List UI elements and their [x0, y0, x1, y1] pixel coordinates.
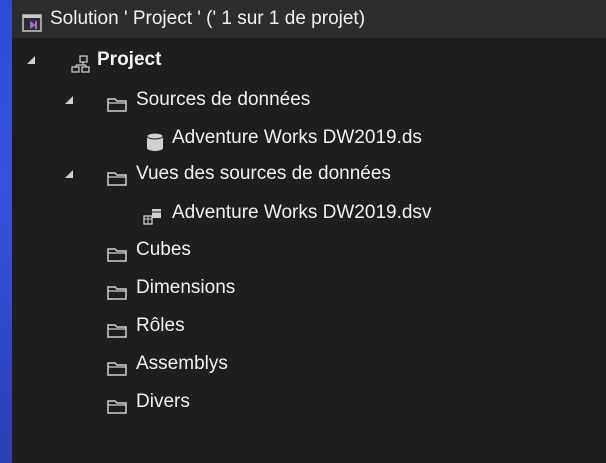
dsv-item-label: Adventure Works DW2019.dsv	[172, 202, 432, 223]
folder-icon	[106, 392, 127, 414]
caret-expanded-icon[interactable]	[62, 93, 76, 107]
solution-explorer-panel: Solution ' Project ' (' 1 sur 1 de proje…	[12, 0, 606, 463]
folder-label-dsv: Vues des sources de données	[136, 163, 391, 184]
folder-label-misc: Divers	[136, 391, 190, 412]
datasource-item-label: Adventure Works DW2019.ds	[172, 127, 422, 148]
visual-studio-solution-icon	[22, 9, 42, 32]
tree-row-datasources[interactable]: Sources de données	[12, 81, 606, 119]
tree-row-solution[interactable]: Solution ' Project ' (' 1 sur 1 de proje…	[12, 0, 606, 38]
tree-row-dimensions[interactable]: Dimensions	[12, 269, 606, 307]
tree-row-dsv-item[interactable]: Adventure Works DW2019.dsv	[12, 194, 606, 232]
folder-icon	[106, 164, 127, 186]
project-hierarchy-icon	[70, 50, 90, 73]
tree-row-datasource-item[interactable]: Adventure Works DW2019.ds	[12, 119, 606, 157]
folder-icon	[106, 354, 127, 376]
database-cylinder-icon	[146, 128, 166, 151]
folder-label-cubes: Cubes	[136, 239, 191, 260]
project-label: Project	[97, 49, 162, 70]
tree-row-assemblies[interactable]: Assemblys	[12, 345, 606, 383]
folder-label-dimensions: Dimensions	[136, 277, 236, 298]
caret-expanded-icon[interactable]	[24, 53, 38, 67]
tree-row-cubes[interactable]: Cubes	[12, 231, 606, 269]
folder-label-roles: Rôles	[136, 315, 185, 336]
tree-row-project[interactable]: Project	[12, 41, 606, 79]
tree-row-dsv[interactable]: Vues des sources de données	[12, 155, 606, 193]
solution-label: Solution ' Project ' (' 1 sur 1 de proje…	[50, 8, 366, 29]
folder-icon	[106, 278, 127, 300]
folder-icon	[106, 90, 127, 112]
data-source-view-icon	[142, 203, 162, 225]
folder-icon	[106, 240, 127, 262]
tree-row-misc[interactable]: Divers	[12, 383, 606, 421]
folder-label-datasources: Sources de données	[136, 89, 311, 110]
tree-row-roles[interactable]: Rôles	[12, 307, 606, 345]
folder-label-assemblies: Assemblys	[136, 353, 228, 374]
folder-icon	[106, 316, 127, 338]
caret-expanded-icon[interactable]	[62, 167, 76, 181]
